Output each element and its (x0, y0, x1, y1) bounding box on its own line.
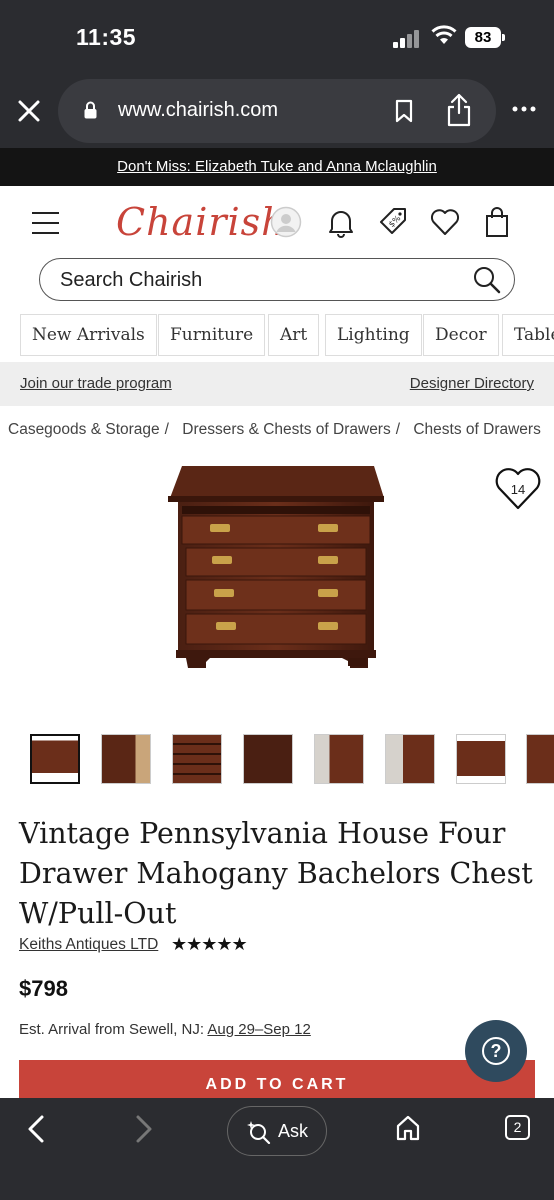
forward-arrow-icon[interactable] (134, 1114, 154, 1144)
favorites-heart-icon[interactable] (430, 208, 460, 236)
breadcrumb-item[interactable]: Casegoods & Storage (8, 421, 160, 438)
product-price: $798 (19, 976, 68, 1001)
help-button[interactable]: ? (465, 1020, 527, 1082)
category-table[interactable]: Table (502, 314, 554, 356)
url-text: www.chairish.com (118, 99, 279, 121)
category-nav: New Arrivals Furniture Art Lighting Deco… (0, 314, 554, 356)
signal-icon (393, 30, 423, 48)
svg-text:$%: $% (387, 213, 403, 229)
thumbnail[interactable] (526, 734, 554, 784)
question-icon: ? (482, 1037, 510, 1065)
add-to-cart-button[interactable]: ADD TO CART (19, 1060, 535, 1100)
breadcrumb: Casegoods & Storage / Dressers & Chests o… (8, 421, 541, 438)
category-furniture[interactable]: Furniture (158, 314, 266, 356)
ask-label: Ask (278, 1121, 309, 1141)
wifi-icon (431, 25, 457, 44)
chairish-logo[interactable]: Chairish (116, 200, 287, 244)
url-field[interactable]: www.chairish.com (58, 79, 496, 143)
thumbnail[interactable] (243, 734, 293, 784)
promo-banner[interactable]: Don't Miss: Elizabeth Tuke and Anna Mcla… (0, 148, 554, 186)
status-time: 11:35 (76, 24, 137, 50)
share-icon[interactable] (446, 93, 472, 127)
menu-icon[interactable] (32, 212, 59, 234)
breadcrumb-item[interactable]: Dressers & Chests of Drawers (182, 421, 390, 438)
search-input[interactable]: Search Chairish (39, 258, 515, 301)
image-thumbnails (0, 734, 554, 786)
home-icon[interactable] (395, 1114, 421, 1142)
designer-directory-link[interactable]: Designer Directory (410, 375, 534, 392)
thumbnail[interactable] (385, 734, 435, 784)
site-header: Chairish $% (0, 186, 554, 262)
favorite-button[interactable]: 14 (494, 466, 542, 514)
category-new-arrivals[interactable]: New Arrivals (20, 314, 157, 356)
product-image[interactable] (160, 462, 394, 702)
trade-bar: Join our trade program Designer Director… (0, 362, 554, 406)
product-title: Vintage Pennsylvania House Four Drawer M… (19, 817, 533, 930)
breadcrumb-item[interactable]: Chests of Drawers (413, 421, 540, 438)
search-placeholder: Search Chairish (60, 269, 203, 291)
arrival-dates[interactable]: Aug 29–Sep 12 (207, 1021, 310, 1038)
back-arrow-icon[interactable] (26, 1114, 46, 1144)
battery-icon: 83 (465, 27, 505, 48)
promo-link[interactable]: Don't Miss: Elizabeth Tuke and Anna Mcla… (117, 158, 437, 175)
arrival-label: Est. Arrival from Sewell, NJ: (19, 1021, 205, 1038)
notifications-bell-icon[interactable] (328, 208, 354, 238)
thumbnail[interactable] (314, 734, 364, 784)
thumbnail[interactable] (101, 734, 151, 784)
account-icon[interactable] (270, 206, 302, 238)
browser-toolbar: Ask 2 (0, 1098, 554, 1200)
status-bar: 11:35 83 (0, 0, 554, 76)
search-icon[interactable] (472, 265, 502, 295)
bookmark-icon[interactable] (395, 99, 413, 123)
tab-switcher-button[interactable]: 2 (505, 1115, 530, 1140)
lock-icon (84, 101, 97, 119)
thumbnail[interactable] (456, 734, 506, 784)
favorite-count: 14 (510, 482, 526, 497)
price-tag-icon[interactable]: $% (378, 206, 408, 236)
shopping-bag-icon[interactable] (484, 206, 510, 238)
sparkle-search-icon (247, 1121, 271, 1144)
estimated-arrival: Est. Arrival from Sewell, NJ: Aug 29–Sep… (19, 1021, 311, 1038)
thumbnail[interactable] (30, 734, 80, 784)
thumbnail[interactable] (172, 734, 222, 784)
seller-rating-stars: ★★★★★ (171, 934, 248, 954)
browser-url-bar: www.chairish.com (0, 76, 554, 148)
category-decor[interactable]: Decor (423, 314, 499, 356)
seller-link[interactable]: Keiths Antiques LTD (19, 936, 158, 954)
close-icon[interactable] (16, 98, 42, 124)
category-art[interactable]: Art (268, 314, 320, 356)
category-lighting[interactable]: Lighting (325, 314, 422, 356)
more-icon[interactable] (512, 106, 536, 112)
trade-program-link[interactable]: Join our trade program (20, 375, 172, 392)
ask-button[interactable]: Ask (227, 1106, 327, 1156)
